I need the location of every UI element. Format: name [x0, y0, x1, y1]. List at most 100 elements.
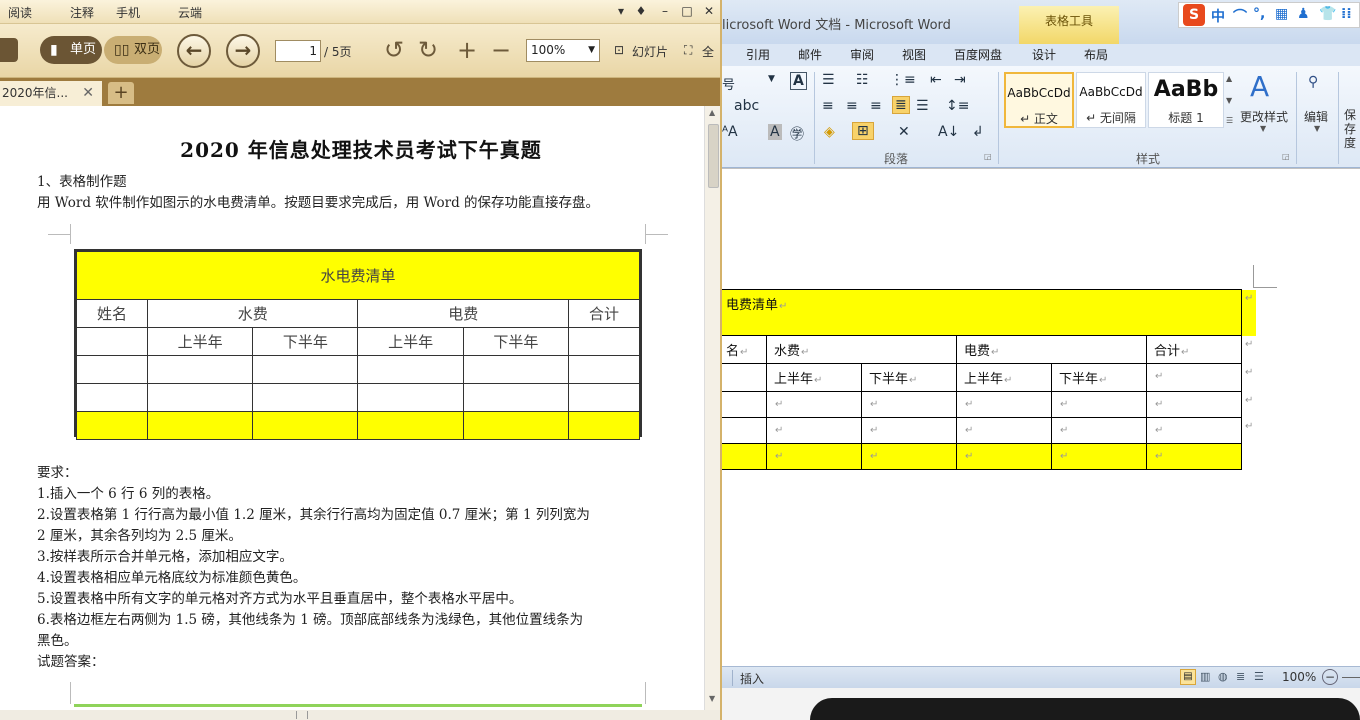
table-cell[interactable]: ↵	[1146, 363, 1242, 392]
enclose-char-icon[interactable]: ㊫	[790, 124, 804, 144]
zoom-slider[interactable]	[1342, 677, 1360, 678]
table-cell[interactable]: ↵	[766, 417, 862, 444]
keyboard-icon[interactable]: ▦	[1275, 6, 1288, 22]
sogou-logo-icon[interactable]: S	[1183, 4, 1205, 26]
table-cell[interactable]: ↵	[956, 391, 1052, 418]
dialog-launcher-icon[interactable]: ◲	[1282, 152, 1290, 161]
align-center-icon[interactable]: ≡	[846, 98, 858, 114]
table-cell[interactable]: ↵	[956, 417, 1052, 444]
styles-more-icon[interactable]: ☰	[1226, 116, 1233, 125]
toolbox-icon[interactable]: ⁞⁞	[1341, 6, 1352, 22]
word-table[interactable]: 电费清单↵ ↵ 名↵ 水费↵ 电费↵ 合计↵ ↵ 上半年↵ 下半年↵ 上半年↵ …	[722, 289, 1256, 470]
horizontal-scrollbar[interactable]	[0, 710, 722, 720]
page-number-input[interactable]: 1	[275, 40, 321, 62]
phonetic-icon[interactable]: abc	[734, 98, 759, 114]
dialog-launcher-icon[interactable]: ◲	[984, 152, 992, 161]
table-cell[interactable]: ↵	[1146, 443, 1242, 470]
char-border-icon[interactable]: A	[790, 72, 807, 90]
char-shading-icon[interactable]: A	[768, 124, 782, 140]
table-h1-cell[interactable]: 上半年↵	[956, 363, 1052, 392]
tab-baidu-netdisk[interactable]: 百度网盘	[954, 46, 1002, 63]
document-tab[interactable]: 2020年信... ✕	[0, 81, 102, 106]
minimize-button[interactable]: –	[656, 3, 674, 19]
sort-icon[interactable]: A↓	[938, 124, 959, 140]
scroll-down-icon[interactable]: ▼	[709, 694, 715, 703]
table-cell[interactable]: ↵	[1051, 443, 1147, 470]
close-button[interactable]: ✕	[700, 3, 718, 19]
decrease-indent-icon[interactable]: ⇤	[930, 72, 942, 88]
document-canvas[interactable]: 电费清单↵ ↵ 名↵ 水费↵ 电费↵ 合计↵ ↵ 上半年↵ 下半年↵ 上半年↵ …	[722, 168, 1360, 666]
table-h2-cell[interactable]: 下半年↵	[861, 363, 957, 392]
style-no-spacing[interactable]: AaBbCcDd ↵ 无间隔	[1076, 72, 1146, 128]
justify-icon[interactable]: ≣	[892, 96, 910, 114]
close-tab-icon[interactable]: ✕	[82, 81, 94, 106]
table-h1-cell[interactable]: 上半年↵	[766, 363, 862, 392]
table-cell[interactable]: ↵	[861, 391, 957, 418]
tab-table-design[interactable]: 设计	[1032, 46, 1056, 63]
moon-icon[interactable]: ⌒	[1233, 6, 1247, 26]
menu-dropdown-icon[interactable]: ▾	[612, 3, 630, 19]
increase-indent-icon[interactable]: ⇥	[954, 72, 966, 88]
draft-icon[interactable]: ☰	[1254, 670, 1264, 683]
style-normal[interactable]: AaBbCcDd ↵ 正文	[1004, 72, 1074, 128]
table-name-cell[interactable]: 名↵	[722, 335, 767, 364]
sidebar-toggle-icon[interactable]	[0, 38, 18, 62]
tab-mailings[interactable]: 邮件	[798, 46, 822, 63]
table-cell[interactable]	[722, 363, 767, 392]
fullscreen-button[interactable]: 全	[702, 43, 714, 60]
insert-mode-indicator[interactable]: 插入	[740, 670, 764, 687]
table-water-cell[interactable]: 水费↵	[766, 335, 957, 364]
tab-references[interactable]: 引用	[746, 46, 770, 63]
zoom-out-icon[interactable]: −	[491, 36, 511, 64]
font-shrink-icon[interactable]: ᴬA	[722, 124, 738, 140]
zoom-level[interactable]: 100%	[1282, 670, 1316, 684]
table-cell[interactable]: ↵	[766, 443, 862, 470]
table-cell[interactable]: ↵	[1146, 417, 1242, 444]
shading-icon[interactable]: ◈	[824, 124, 835, 140]
table-cell[interactable]	[722, 443, 767, 470]
table-cell[interactable]: ↵	[861, 417, 957, 444]
menu-cloud[interactable]: 云端	[178, 4, 202, 21]
line-spacing-icon[interactable]: ↕≡	[946, 98, 969, 114]
zoom-select[interactable]: 100% ▼	[526, 39, 600, 62]
chinese-layout-icon[interactable]: ✕	[898, 124, 910, 140]
multilevel-list-icon[interactable]: ⋮≡	[890, 72, 916, 88]
vertical-scrollbar[interactable]: ▲ ▼	[704, 106, 721, 710]
menu-annotate[interactable]: 注释	[70, 4, 94, 21]
change-styles-icon[interactable]: A	[1250, 70, 1269, 103]
table-cell[interactable]: ↵	[1051, 391, 1147, 418]
find-icon[interactable]: ⚲	[1308, 74, 1318, 90]
outline-icon[interactable]: ≣	[1236, 670, 1245, 683]
table-title-cell[interactable]: 电费清单↵	[722, 289, 1242, 336]
edit-button[interactable]: 编辑	[1304, 108, 1328, 125]
zoom-in-icon[interactable]: +	[457, 36, 477, 64]
align-left-icon[interactable]: ≡	[822, 98, 834, 114]
skin-icon[interactable]: 👕	[1319, 6, 1336, 22]
table-h2-cell[interactable]: 下半年↵	[1051, 363, 1147, 392]
scroll-up-icon[interactable]: ▲	[709, 108, 715, 117]
tab-table-layout[interactable]: 布局	[1084, 46, 1108, 63]
distribute-icon[interactable]: ☰	[916, 98, 929, 114]
slideshow-button[interactable]: 幻灯片	[632, 43, 668, 60]
font-size-dropdown-icon[interactable]: ▼	[768, 74, 775, 84]
single-page-button[interactable]: ▮ 单页	[40, 36, 102, 64]
maximize-button[interactable]: □	[678, 3, 696, 19]
save-to-baidu-button[interactable]: 保存度	[1344, 108, 1360, 150]
numbering-icon[interactable]: ☷	[856, 72, 869, 88]
chevron-down-icon[interactable]: ▼	[1314, 124, 1320, 133]
table-cell[interactable]: ↵	[956, 443, 1052, 470]
chevron-down-icon[interactable]: ▼	[1260, 124, 1266, 133]
table-cell[interactable]	[722, 391, 767, 418]
change-styles-button[interactable]: 更改样式	[1240, 108, 1288, 125]
rotate-left-icon[interactable]: ↺	[384, 36, 404, 64]
reading-layout-icon[interactable]: ▥	[1200, 670, 1210, 683]
bullets-icon[interactable]: ☰	[822, 72, 835, 88]
double-page-button[interactable]: ▯▯ 双页	[104, 36, 162, 64]
menu-read[interactable]: 阅读	[8, 4, 32, 21]
align-right-icon[interactable]: ≡	[870, 98, 882, 114]
web-layout-icon[interactable]: ◍	[1218, 670, 1228, 683]
table-elec-cell[interactable]: 电费↵	[956, 335, 1147, 364]
scrollbar-thumb[interactable]	[708, 124, 719, 188]
borders-icon[interactable]: ⊞	[852, 122, 874, 140]
ime-chinese-mode[interactable]: 中	[1211, 6, 1225, 26]
